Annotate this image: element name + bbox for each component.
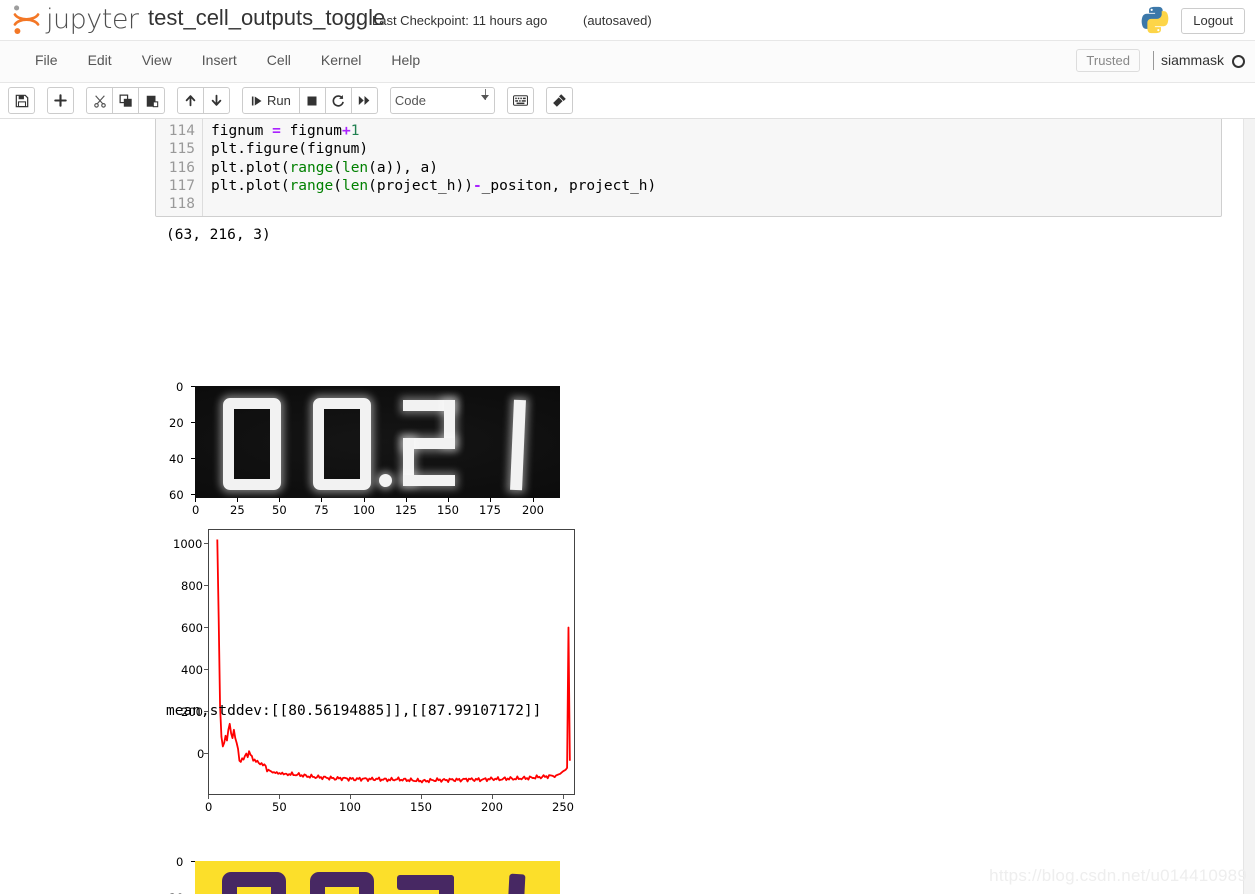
y-tick-label: 1000 xyxy=(173,537,203,551)
line-number: 117 xyxy=(168,177,195,194)
line-number: 114 xyxy=(168,123,195,139)
menu-item-edit[interactable]: Edit xyxy=(73,41,127,79)
binarized-plate-figure: 0 20 40 60 xyxy=(166,734,586,894)
cell-type-value: Code xyxy=(394,93,426,108)
open-command-palette-button[interactable] xyxy=(506,87,534,114)
code-cell[interactable]: 114 115 116 117 118 fignum = fignum+1 pl… xyxy=(155,119,1222,217)
restart-kernel-button[interactable] xyxy=(324,87,352,114)
menu-item-insert[interactable]: Insert xyxy=(187,41,252,79)
scissors-icon xyxy=(93,94,106,108)
intensity-histogram-figure: 1000 800 600 400 200 0 0 50 100 150 200 … xyxy=(170,422,585,814)
code-line: plt.plot(range(len(project_h))-_positon,… xyxy=(211,177,657,194)
code-editor[interactable]: fignum = fignum+1 plt.figure(fignum) plt… xyxy=(203,119,1221,216)
code-line: plt.figure(fignum) xyxy=(211,141,369,158)
last-checkpoint-label: Last Checkpoint: 11 hours ago xyxy=(372,13,548,28)
menu-item-kernel[interactable]: Kernel xyxy=(306,41,376,79)
jupyter-notebook-app: jupyter test_cell_outputs_toggle Last Ch… xyxy=(0,0,1255,894)
clipboard-icon xyxy=(146,95,158,107)
floppy-disk-icon xyxy=(15,94,28,107)
kernel-divider xyxy=(1153,51,1154,70)
plus-icon xyxy=(54,94,67,107)
stop-square-icon xyxy=(307,96,317,105)
arrow-down-icon xyxy=(211,94,222,106)
jupyter-logo-icon xyxy=(10,3,43,36)
y-tick-label: 0 xyxy=(176,855,184,869)
hammer-icon xyxy=(552,94,566,107)
cut-cell-button[interactable] xyxy=(86,87,113,114)
binarized-plate-image xyxy=(195,861,560,894)
chevron-down-icon xyxy=(480,95,489,100)
save-button[interactable] xyxy=(8,87,35,114)
play-step-icon xyxy=(251,96,262,105)
arrow-up-icon xyxy=(185,95,196,107)
kernel-name-label: siammask xyxy=(1160,52,1224,68)
code-line: plt.plot(range(len(a)), a) xyxy=(211,159,439,176)
notebook-header: jupyter test_cell_outputs_toggle Last Ch… xyxy=(0,0,1255,41)
menu-item-help[interactable]: Help xyxy=(376,41,435,79)
menu-bar: File Edit View Insert Cell Kernel Help T… xyxy=(0,41,1255,83)
trusted-badge[interactable]: Trusted xyxy=(1076,49,1140,72)
restart-and-run-all-button[interactable] xyxy=(350,87,378,114)
y-tick-label: 0 xyxy=(176,380,184,394)
notebook-title[interactable]: test_cell_outputs_toggle xyxy=(148,5,385,31)
fast-forward-icon xyxy=(358,95,370,106)
y-tick-label: 400 xyxy=(181,663,203,677)
menu-item-file[interactable]: File xyxy=(20,41,73,79)
output-stats-text: mean,stddev:[[80.56194885]],[[87.9910717… xyxy=(166,703,542,719)
move-cell-down-button[interactable] xyxy=(203,87,230,114)
line-number: 115 xyxy=(168,141,195,158)
notebook-body: 114 115 116 117 118 fignum = fignum+1 pl… xyxy=(0,119,1243,894)
line-number: 116 xyxy=(168,159,195,176)
run-cell-button[interactable]: Run xyxy=(242,87,300,114)
y-tick-label: 600 xyxy=(181,621,203,635)
keyboard-icon xyxy=(512,95,528,106)
jupyter-logo-text: jupyter xyxy=(46,4,139,35)
vertical-scrollbar[interactable] xyxy=(1243,119,1255,894)
autosaved-label: (autosaved) xyxy=(583,13,652,28)
copy-cell-button[interactable] xyxy=(112,87,139,114)
menu-item-view[interactable]: View xyxy=(127,41,187,79)
output-shape-text: (63, 216, 3) xyxy=(166,227,271,243)
python-logo-icon xyxy=(1140,5,1170,35)
kernel-idle-circle-icon[interactable] xyxy=(1232,55,1245,68)
jupyter-logo[interactable]: jupyter xyxy=(10,3,139,36)
y-tick-label: 800 xyxy=(181,579,203,593)
move-cell-up-button[interactable] xyxy=(177,87,204,114)
copy-icon xyxy=(119,94,132,107)
interrupt-kernel-button[interactable] xyxy=(298,87,326,114)
menu-items: File Edit View Insert Cell Kernel Help xyxy=(20,41,435,79)
paste-cell-button[interactable] xyxy=(138,87,165,114)
notebook-toolbar: Run Code xyxy=(0,83,1255,119)
restart-circular-arrow-icon xyxy=(332,94,345,107)
menu-item-cell[interactable]: Cell xyxy=(252,41,306,79)
run-button-label: Run xyxy=(267,93,291,108)
watermark-text: https://blog.csdn.net/u014410989 xyxy=(989,866,1247,885)
logout-button[interactable]: Logout xyxy=(1181,8,1245,34)
insert-cell-below-button[interactable] xyxy=(47,87,74,114)
nbextensions-button[interactable] xyxy=(545,87,573,114)
cell-type-select[interactable]: Code xyxy=(389,87,495,114)
code-line-numbers: 114 115 116 117 118 xyxy=(156,119,203,216)
code-line: fignum = fignum+1 xyxy=(211,123,360,139)
line-number: 118 xyxy=(168,196,195,213)
